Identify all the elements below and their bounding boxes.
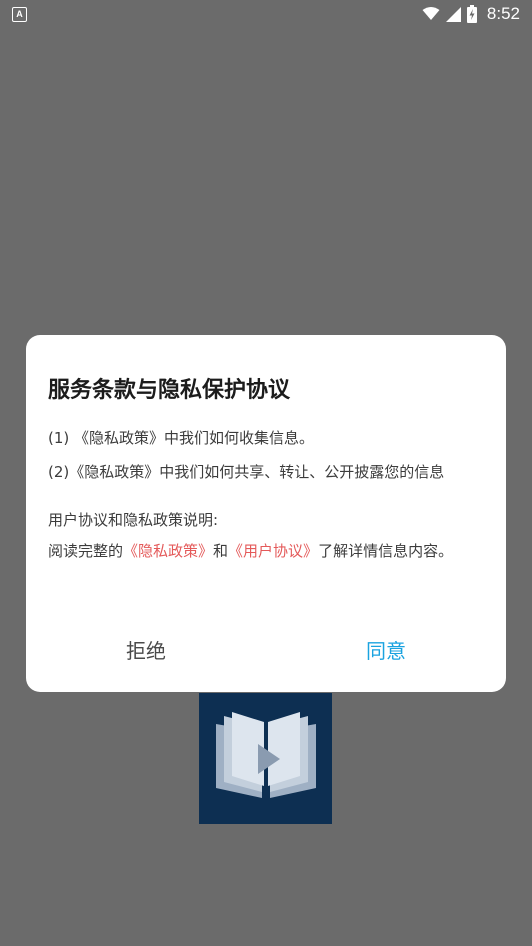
agree-button[interactable]: 同意	[266, 636, 506, 666]
status-bar: A 8:52	[0, 0, 532, 28]
notification-app-icon: A	[12, 6, 27, 22]
desc-and: 和	[213, 542, 229, 560]
book-play-logo-icon	[212, 711, 320, 806]
policy-line-2: (2)《隐私政策》中我们如何共享、转让、公开披露您的信息	[48, 463, 445, 481]
notification-icon-letter: A	[16, 8, 23, 19]
dialog-title: 服务条款与隐私保护协议	[48, 378, 291, 403]
policy-line-1: (1) 《隐私政策》中我们如何收集信息。	[48, 429, 315, 447]
status-left: A	[12, 6, 27, 22]
signal-icon	[445, 6, 461, 22]
status-clock: 8:52	[486, 4, 520, 23]
status-right: 8:52	[422, 4, 520, 24]
desc-suffix: 了解详情信息内容。	[318, 542, 454, 560]
section-heading: 用户协议和隐私政策说明:	[48, 511, 219, 529]
privacy-policy-link[interactable]: 《隐私政策》	[123, 542, 213, 560]
consent-dialog: 服务条款与隐私保护协议 (1) 《隐私政策》中我们如何收集信息。 (2)《隐私政…	[26, 335, 506, 692]
desc-prefix: 阅读完整的	[48, 542, 124, 560]
dialog-actions: 拒绝 同意	[26, 636, 506, 666]
reject-button[interactable]: 拒绝	[26, 636, 266, 666]
user-agreement-link[interactable]: 《用户协议》	[228, 542, 318, 560]
policy-description: 阅读完整的《隐私政策》和《用户协议》了解详情信息内容。	[48, 543, 484, 559]
battery-charging-icon	[466, 5, 477, 23]
wifi-icon	[422, 7, 440, 21]
splash-logo	[199, 693, 332, 824]
